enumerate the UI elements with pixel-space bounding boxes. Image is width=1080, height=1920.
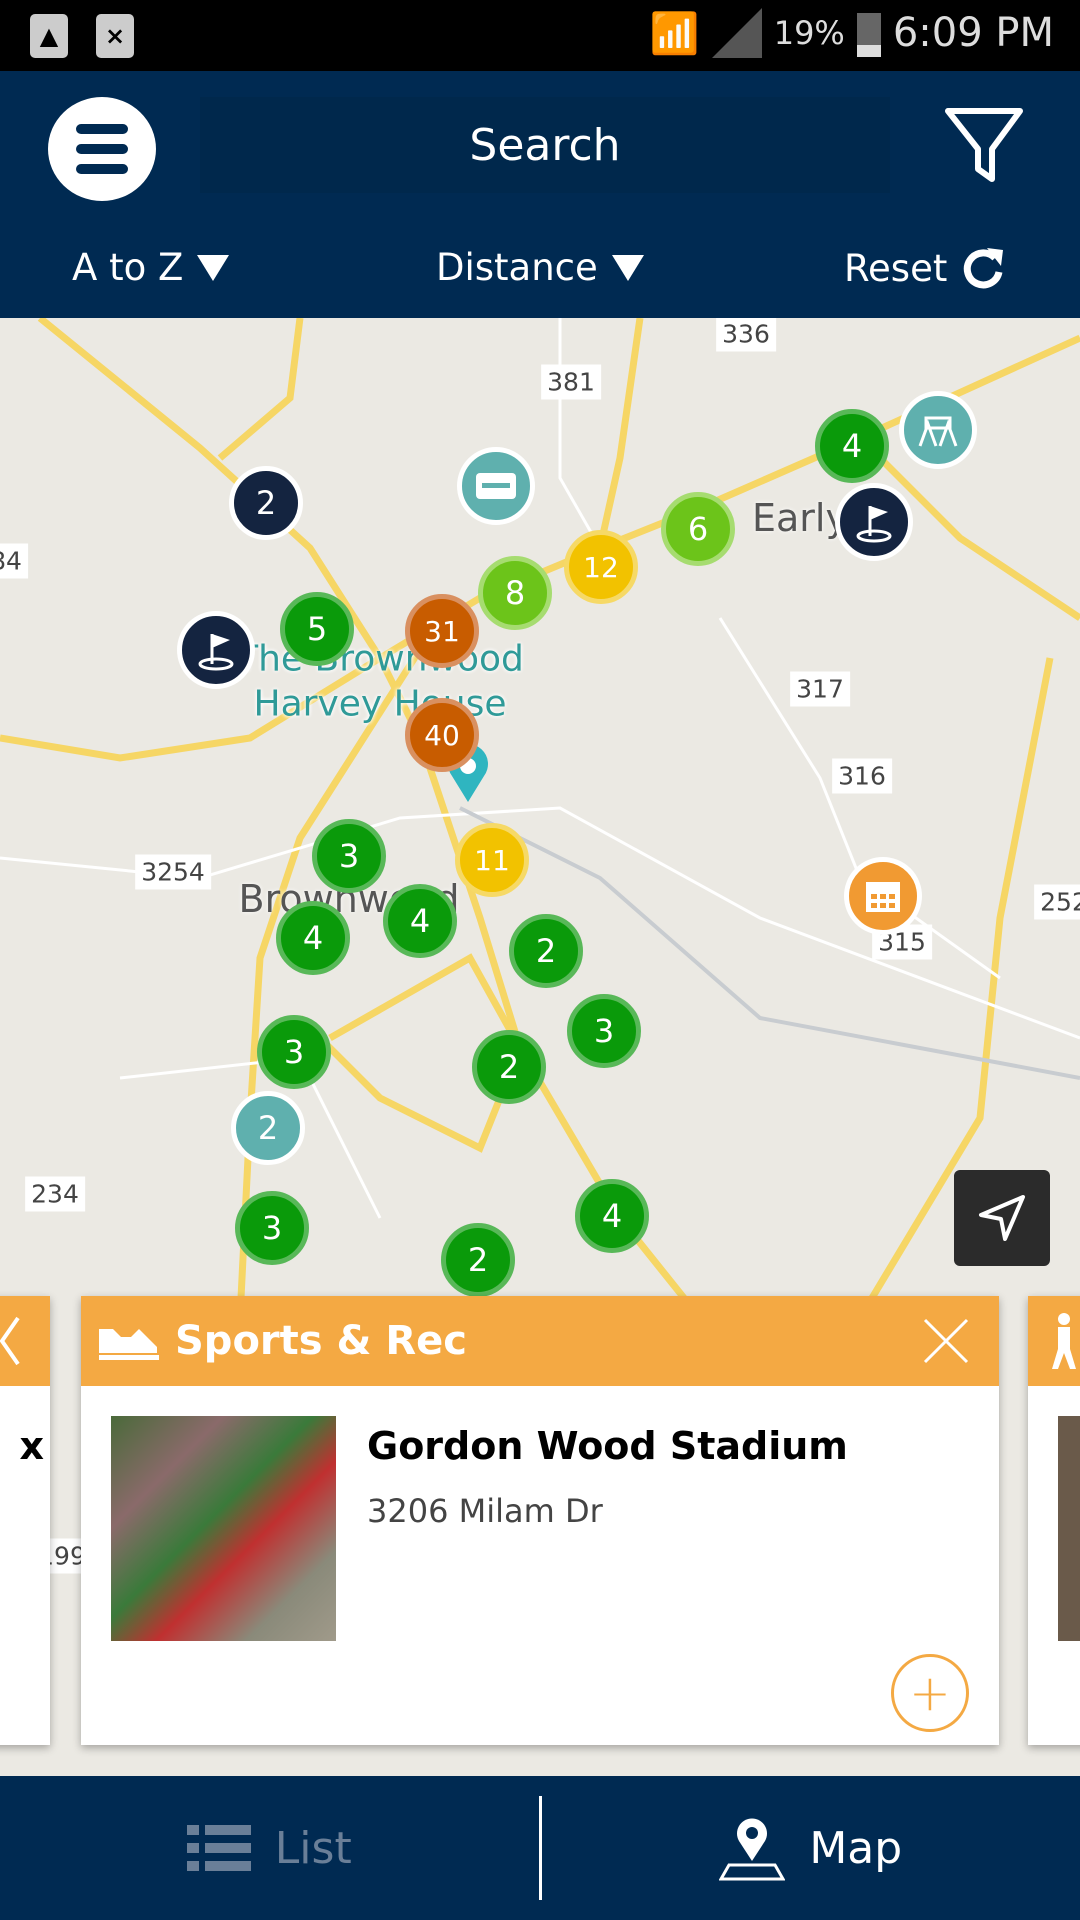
cluster-marker[interactable]: 11 — [455, 823, 529, 897]
wifi-icon: 📶 — [649, 10, 700, 57]
close-icon[interactable] — [923, 1318, 969, 1364]
my-location-button[interactable] — [954, 1170, 1050, 1266]
reset-label: Reset — [844, 246, 948, 290]
tab-list[interactable]: List — [0, 1776, 539, 1920]
cluster-marker[interactable]: 8 — [478, 556, 552, 630]
bottom-nav: List Map — [0, 1776, 1080, 1920]
road-label: 317 — [790, 671, 850, 707]
app-header: Search A to Z Distance Reset — [0, 71, 1080, 318]
cluster-marker[interactable]: 2 — [441, 1223, 515, 1297]
cluster-marker[interactable]: 3 — [257, 1015, 331, 1089]
gallery-notification-icon: ▲ — [30, 14, 68, 58]
road-label: 84 — [0, 543, 28, 579]
next-card[interactable] — [1028, 1296, 1080, 1745]
cluster-marker[interactable]: 2 — [231, 1091, 305, 1165]
card-header: Sports & Rec — [81, 1296, 999, 1386]
attraction-poi-icon[interactable] — [899, 391, 977, 469]
sort-alpha-label: A to Z — [72, 246, 184, 289]
signal-icon — [711, 8, 762, 58]
map-pin-icon — [719, 1818, 786, 1881]
card-category: Sports & Rec — [175, 1318, 467, 1364]
list-icon — [186, 1825, 251, 1871]
cluster-marker[interactable]: 3 — [567, 994, 641, 1068]
golf-poi-icon[interactable] — [835, 483, 913, 561]
cluster-marker[interactable]: 2 — [509, 914, 583, 988]
battery-charging-icon — [856, 13, 881, 57]
cluster-marker[interactable]: 4 — [383, 884, 457, 958]
menu-button[interactable] — [48, 97, 156, 201]
refresh-icon — [964, 248, 1004, 289]
prev-card[interactable]: x — [0, 1296, 50, 1745]
search-input[interactable]: Search — [200, 97, 890, 193]
cluster-marker[interactable]: 4 — [276, 901, 350, 975]
file-error-notification-icon: × — [96, 14, 134, 58]
cluster-marker[interactable]: 4 — [575, 1179, 649, 1253]
next-card-thumbnail — [1058, 1416, 1080, 1641]
cluster-marker[interactable]: 3 — [235, 1191, 309, 1265]
clock: 6:09 PM — [892, 10, 1054, 56]
road-label: 252 — [1034, 884, 1080, 920]
chevron-left-icon — [0, 1296, 50, 1386]
cluster-marker[interactable]: 2 — [472, 1030, 546, 1104]
status-bar: ▲ × 📶 19% 6:09 PM — [0, 0, 1080, 71]
caret-down-icon — [611, 254, 644, 281]
place-address: 3206 Milam Dr — [367, 1492, 603, 1530]
town-label: Early — [752, 496, 848, 540]
place-name[interactable]: Gordon Wood Stadium — [367, 1424, 848, 1468]
cluster-marker[interactable]: 3 — [312, 819, 386, 893]
ticket-poi-icon[interactable] — [457, 447, 535, 525]
cluster-marker[interactable]: 5 — [280, 592, 354, 666]
road-label: 316 — [832, 758, 892, 794]
navigation-arrow-icon — [979, 1195, 1025, 1241]
cluster-marker[interactable]: 12 — [564, 530, 638, 604]
cluster-marker[interactable]: 6 — [661, 492, 735, 566]
road-label: 336 — [716, 318, 776, 352]
cluster-marker[interactable]: 40 — [405, 698, 479, 772]
tab-map-label: Map — [809, 1822, 903, 1874]
place-label: The Brownwood — [236, 638, 524, 680]
cluster-marker[interactable]: 2 — [229, 466, 303, 540]
sort-distance-label: Distance — [436, 246, 598, 289]
hiking-icon — [1028, 1296, 1080, 1386]
place-card[interactable]: Sports & Rec Gordon Wood Stadium 3206 Mi… — [81, 1296, 999, 1745]
battery-percent: 19% — [773, 14, 845, 52]
filter-icon[interactable] — [944, 107, 1024, 183]
add-button[interactable]: + — [891, 1654, 969, 1732]
sneaker-icon — [99, 1329, 159, 1360]
road-label: 3254 — [135, 854, 211, 890]
sort-distance-dropdown[interactable]: Distance — [436, 246, 644, 289]
map-view[interactable]: 336 381 84 317 316 3254 252 315 234 199 … — [0, 318, 1080, 1776]
road-label: 381 — [541, 364, 601, 400]
card-title-fragment: x — [19, 1424, 44, 1468]
road-label: 234 — [25, 1176, 85, 1212]
reset-button[interactable]: Reset — [844, 246, 1005, 290]
cluster-marker[interactable]: 4 — [815, 409, 889, 483]
cluster-marker[interactable]: 31 — [405, 594, 479, 668]
tab-list-label: List — [274, 1822, 352, 1874]
tab-map[interactable]: Map — [542, 1776, 1080, 1920]
place-thumbnail[interactable] — [111, 1416, 336, 1641]
sort-alpha-dropdown[interactable]: A to Z — [72, 246, 230, 289]
caret-down-icon — [197, 254, 230, 281]
event-calendar-poi-icon[interactable] — [844, 857, 922, 935]
golf-poi-icon[interactable] — [177, 611, 255, 689]
